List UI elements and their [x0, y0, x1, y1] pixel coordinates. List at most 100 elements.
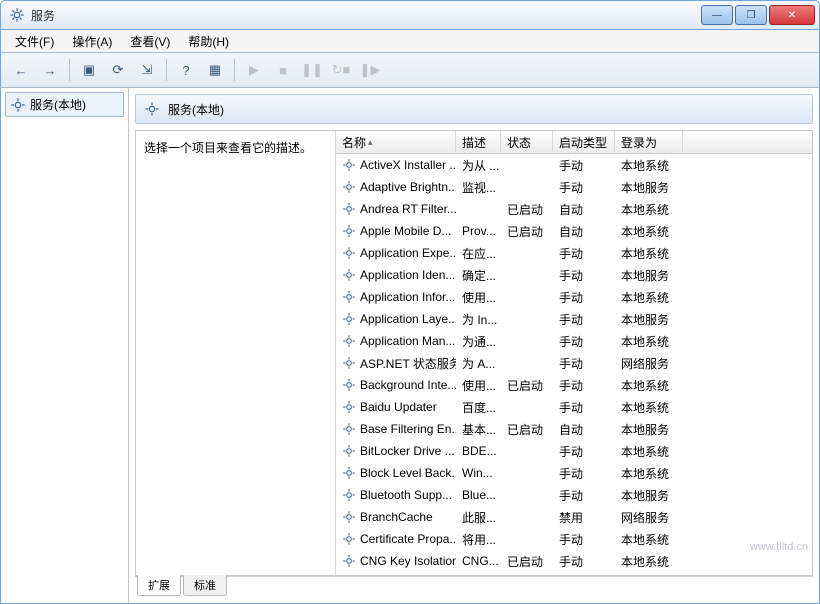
service-row[interactable]: Application Infor...使用...手动本地系统 [336, 286, 812, 308]
service-row[interactable]: Background Inte...使用...已启动手动本地系统 [336, 374, 812, 396]
cell-startup: 手动 [553, 333, 615, 350]
toolbar-separator [166, 59, 167, 81]
list-body[interactable]: ActiveX Installer ...为从 ...手动本地系统Adaptiv… [336, 154, 812, 575]
menu-help[interactable]: 帮助(H) [180, 31, 237, 52]
service-row[interactable]: Application Expe...在应...手动本地系统 [336, 242, 812, 264]
service-row[interactable]: ActiveX Installer ...为从 ...手动本地系统 [336, 154, 812, 176]
toolbar-start-button: ▶ [241, 57, 267, 83]
nav-item-services-local[interactable]: 服务(本地) [5, 92, 124, 117]
maximize-button[interactable]: ❐ [735, 5, 767, 25]
service-row[interactable]: Certificate Propa...将用...手动本地系统 [336, 528, 812, 550]
content-title: 服务(本地) [168, 101, 224, 118]
split-pane: 选择一个项目来查看它的描述。 名称▴描述状态启动类型登录为 ActiveX In… [135, 130, 813, 576]
window-controls: — ❐ ✕ [701, 5, 815, 25]
service-row[interactable]: BitLocker Drive ...BDE...手动本地系统 [336, 440, 812, 462]
service-name-label: ActiveX Installer ... [360, 158, 456, 172]
service-icon [342, 532, 356, 546]
service-name-label: Baidu Updater [360, 400, 437, 414]
cell-startup: 手动 [553, 179, 615, 196]
toolbar-help-button[interactable]: ? [173, 57, 199, 83]
service-row[interactable]: Andrea RT Filter...已启动自动本地系统 [336, 198, 812, 220]
cell-startup: 手动 [553, 355, 615, 372]
toolbar-separator [234, 59, 235, 81]
cell-desc: Prov... [456, 224, 501, 238]
menu-view[interactable]: 查看(V) [122, 31, 178, 52]
toolbar-back-button[interactable]: ← [8, 57, 34, 83]
minimize-button[interactable]: — [701, 5, 733, 25]
cell-desc: Win... [456, 466, 501, 480]
cell-logon: 本地系统 [615, 531, 683, 548]
tab-standard[interactable]: 标准 [183, 575, 227, 596]
toolbar-forward-button[interactable]: → [37, 57, 63, 83]
service-row[interactable]: BranchCache此服...禁用网络服务 [336, 506, 812, 528]
service-row[interactable]: ASP.NET 状态服务为 A...手动网络服务 [336, 352, 812, 374]
service-name-label: Application Man... [360, 334, 455, 348]
service-name-label: BitLocker Drive ... [360, 444, 455, 458]
cell-startup: 自动 [553, 223, 615, 240]
cell-status: 已启动 [501, 377, 553, 394]
service-row[interactable]: Adaptive Brightn...监视...手动本地服务 [336, 176, 812, 198]
service-icon [342, 246, 356, 260]
column-logon[interactable]: 登录为 [615, 131, 683, 153]
service-icon [342, 444, 356, 458]
service-row[interactable]: Apple Mobile D...Prov...已启动自动本地系统 [336, 220, 812, 242]
app-icon [9, 7, 25, 23]
cell-name: ActiveX Installer ... [336, 158, 456, 172]
cell-logon: 本地系统 [615, 553, 683, 570]
toolbar-refresh-button[interactable]: ⟳ [105, 57, 131, 83]
cell-logon: 本地服务 [615, 267, 683, 284]
cell-desc: 将用... [456, 531, 501, 548]
service-name-label: Andrea RT Filter... [360, 202, 456, 216]
cell-desc: CNG... [456, 554, 501, 568]
service-row[interactable]: Application Laye...为 In...手动本地服务 [336, 308, 812, 330]
service-name-label: Adaptive Brightn... [360, 180, 456, 194]
cell-logon: 网络服务 [615, 509, 683, 526]
column-status[interactable]: 状态 [501, 131, 553, 153]
service-name-label: BranchCache [360, 510, 433, 524]
toolbar-export-button[interactable]: ⇲ [134, 57, 160, 83]
column-startup[interactable]: 启动类型 [553, 131, 615, 153]
cell-startup: 禁用 [553, 509, 615, 526]
service-row[interactable]: CNG Key IsolationCNG...已启动手动本地系统 [336, 550, 812, 572]
service-list: 名称▴描述状态启动类型登录为 ActiveX Installer ...为从 .… [336, 131, 812, 575]
toolbar-showhide-button[interactable]: ▣ [76, 57, 102, 83]
cell-logon: 本地服务 [615, 311, 683, 328]
service-row[interactable]: Application Man...为通...手动本地系统 [336, 330, 812, 352]
service-row[interactable]: Base Filtering En...基本...已启动自动本地服务 [336, 418, 812, 440]
titlebar[interactable]: 服务 — ❐ ✕ [0, 0, 820, 30]
cell-status: 已启动 [501, 553, 553, 570]
service-row[interactable]: Block Level Back...Win...手动本地系统 [336, 462, 812, 484]
cell-name: Apple Mobile D... [336, 224, 456, 238]
service-row[interactable]: Baidu Updater百度...手动本地系统 [336, 396, 812, 418]
cell-desc: 百度... [456, 399, 501, 416]
column-name[interactable]: 名称▴ [336, 131, 456, 153]
cell-startup: 手动 [553, 377, 615, 394]
cell-startup: 手动 [553, 553, 615, 570]
cell-name: Application Expe... [336, 246, 456, 260]
cell-desc: 为从 ... [456, 157, 501, 174]
service-row[interactable]: Application Iden...确定...手动本地服务 [336, 264, 812, 286]
service-icon [342, 356, 356, 370]
sort-asc-icon: ▴ [368, 137, 373, 148]
menu-action[interactable]: 操作(A) [64, 31, 120, 52]
tab-extended[interactable]: 扩展 [137, 575, 181, 596]
cell-status: 已启动 [501, 223, 553, 240]
cell-name: Block Level Back... [336, 466, 456, 480]
service-row[interactable]: Bluetooth Supp...Blue...手动本地服务 [336, 484, 812, 506]
cell-startup: 手动 [553, 487, 615, 504]
column-desc[interactable]: 描述 [456, 131, 501, 153]
close-button[interactable]: ✕ [769, 5, 815, 25]
service-icon [342, 334, 356, 348]
cell-name: CNG Key Isolation [336, 554, 456, 568]
cell-name: Baidu Updater [336, 400, 456, 414]
menu-file[interactable]: 文件(F) [7, 31, 62, 52]
toolbar-props-button[interactable]: ▦ [202, 57, 228, 83]
service-icon [342, 202, 356, 216]
cell-desc: 使用... [456, 289, 501, 306]
cell-desc: 为 In... [456, 311, 501, 328]
cell-desc: 在应... [456, 245, 501, 262]
gear-icon [10, 97, 26, 113]
window-title: 服务 [31, 7, 701, 24]
list-header: 名称▴描述状态启动类型登录为 [336, 131, 812, 154]
tabs-bar: 扩展标准 [135, 576, 813, 597]
